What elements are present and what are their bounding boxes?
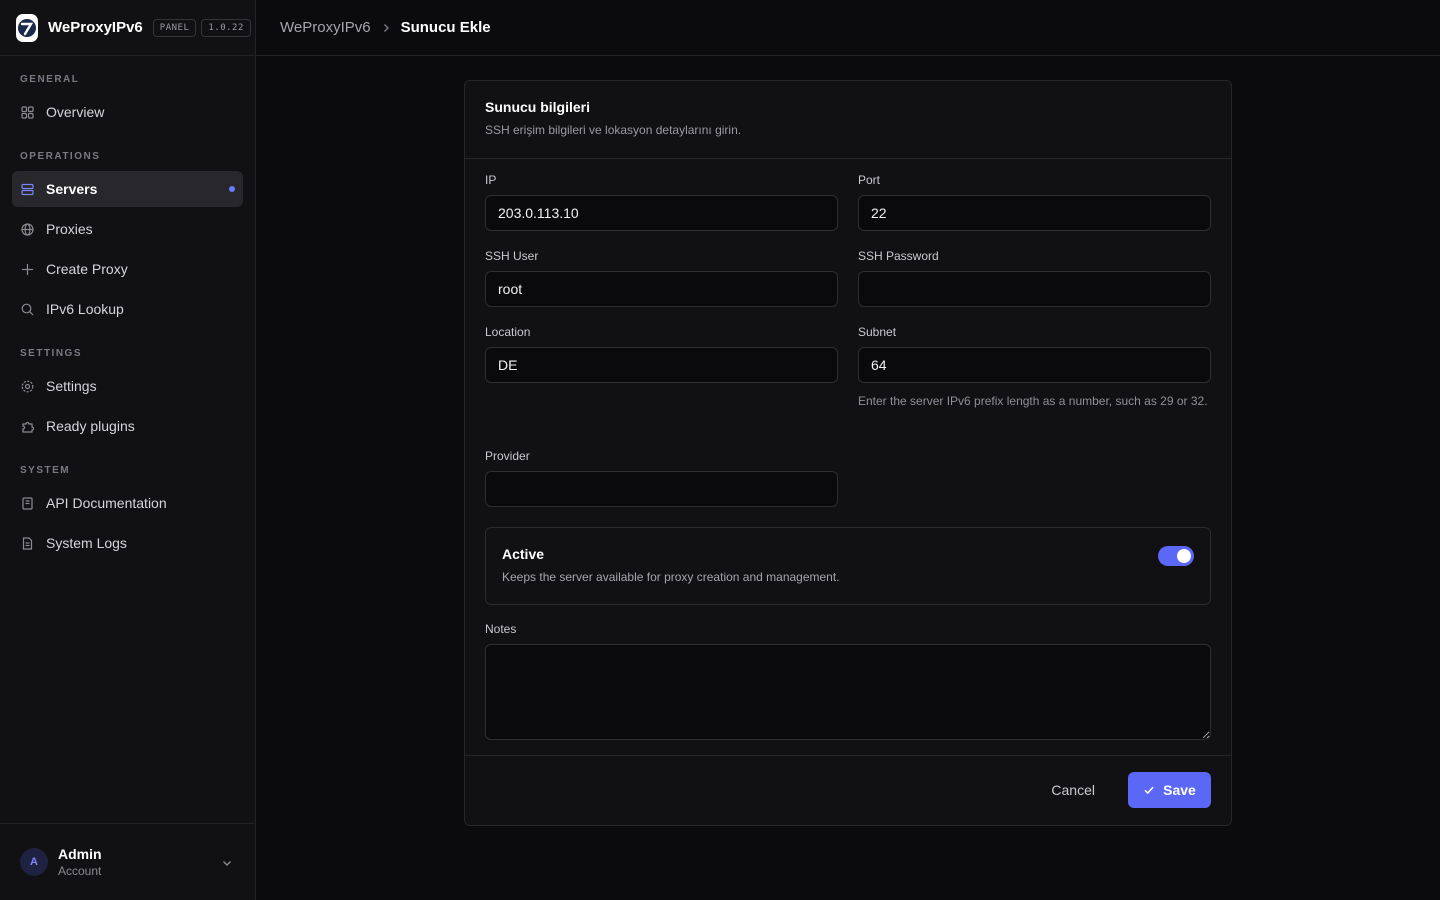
sidebar-item-overview[interactable]: Overview xyxy=(12,94,243,130)
toggle-knob xyxy=(1177,549,1191,563)
port-input[interactable] xyxy=(858,195,1211,231)
section-system: SYSTEM xyxy=(20,465,71,476)
ssh-user-field: SSH User xyxy=(485,249,838,307)
sidebar-item-label: Proxies xyxy=(46,221,93,237)
section-settings: SETTINGS xyxy=(20,348,83,359)
notes-field: Notes xyxy=(485,622,1211,745)
ssh-user-input[interactable] xyxy=(485,271,838,307)
user-role: Account xyxy=(58,864,102,878)
version-badge: 1.0.22 xyxy=(201,18,251,37)
ip-label: IP xyxy=(485,173,497,187)
sidebar: WeProxyIPv6 PANEL 1.0.22 GENERAL Overvie… xyxy=(0,0,256,900)
user-name: Admin xyxy=(58,846,102,862)
sidebar-item-label: Settings xyxy=(46,378,97,394)
provider-input[interactable] xyxy=(485,471,838,507)
sidebar-item-api-documentation[interactable]: API Documentation xyxy=(12,485,243,521)
check-icon xyxy=(1143,784,1155,796)
user-menu[interactable]: A Admin Account xyxy=(0,823,255,900)
port-field: Port xyxy=(858,173,1211,231)
active-setting: Active Keeps the server available for pr… xyxy=(485,527,1211,605)
sidebar-item-create-proxy[interactable]: Create Proxy xyxy=(12,251,243,287)
ssh-password-field: SSH Password xyxy=(858,249,1211,307)
chevron-down-icon[interactable] xyxy=(221,856,233,874)
brand-name: WeProxyIPv6 xyxy=(48,19,143,36)
chevron-right-icon xyxy=(381,23,391,33)
provider-field: Provider xyxy=(485,449,838,507)
topbar: WeProxyIPv6 Sunucu Ekle xyxy=(256,0,1440,56)
sidebar-item-label: Create Proxy xyxy=(46,261,128,277)
book-icon xyxy=(20,496,34,510)
avatar: A xyxy=(20,848,48,876)
port-label: Port xyxy=(858,173,881,187)
ssh-password-input[interactable] xyxy=(858,271,1211,307)
active-title: Active xyxy=(502,546,545,562)
subnet-input[interactable] xyxy=(858,347,1211,383)
server-form-card: Sunucu bilgileri SSH erişim bilgileri ve… xyxy=(464,80,1232,826)
plus-icon xyxy=(20,262,34,276)
sidebar-item-proxies[interactable]: Proxies xyxy=(12,211,243,247)
sidebar-item-label: System Logs xyxy=(46,535,127,551)
ip-input[interactable] xyxy=(485,195,838,231)
save-button[interactable]: Save xyxy=(1128,772,1211,808)
save-button-label: Save xyxy=(1163,782,1196,798)
notes-label: Notes xyxy=(485,622,517,636)
sidebar-item-servers[interactable]: Servers xyxy=(12,171,243,207)
location-input[interactable] xyxy=(485,347,838,383)
globe-icon xyxy=(20,222,34,236)
active-description: Keeps the server available for proxy cre… xyxy=(502,570,840,584)
app-logo-icon xyxy=(16,13,38,42)
sidebar-item-label: Ready plugins xyxy=(46,418,135,434)
location-field: Location xyxy=(485,325,838,383)
active-toggle[interactable] xyxy=(1158,546,1194,566)
page-title: Sunucu Ekle xyxy=(400,19,491,36)
breadcrumb: WeProxyIPv6 Sunucu Ekle xyxy=(280,19,491,36)
active-indicator xyxy=(229,186,235,192)
card-footer: Cancel Save xyxy=(465,755,1231,825)
section-operations: OPERATIONS xyxy=(20,151,101,162)
sidebar-item-ready-plugins[interactable]: Ready plugins xyxy=(12,408,243,444)
sidebar-item-label: API Documentation xyxy=(46,495,167,511)
notes-textarea[interactable] xyxy=(485,644,1211,740)
panel-badge: PANEL xyxy=(152,18,197,37)
file-icon xyxy=(20,536,34,550)
card-subtitle: SSH erişim bilgileri ve lokasyon detayla… xyxy=(485,123,742,137)
gear-icon xyxy=(20,379,34,393)
location-label: Location xyxy=(485,325,531,339)
puzzle-icon xyxy=(20,419,34,433)
server-icon xyxy=(20,182,34,196)
subnet-hint: Enter the server IPv6 prefix length as a… xyxy=(858,394,1208,408)
ssh-password-label: SSH Password xyxy=(858,249,939,263)
breadcrumb-root-link[interactable]: WeProxyIPv6 xyxy=(280,19,371,36)
sidebar-item-system-logs[interactable]: System Logs xyxy=(12,525,243,561)
ssh-user-label: SSH User xyxy=(485,249,539,263)
sidebar-item-settings[interactable]: Settings xyxy=(12,368,243,404)
subnet-field: Subnet Enter the server IPv6 prefix leng… xyxy=(858,325,1211,411)
card-title: Sunucu bilgileri xyxy=(485,99,591,115)
sidebar-nav: GENERAL Overview OPERATIONS Servers Prox… xyxy=(0,74,255,561)
section-general: GENERAL xyxy=(20,74,80,85)
sidebar-item-label: Servers xyxy=(46,181,98,197)
sidebar-item-label: IPv6 Lookup xyxy=(46,301,124,317)
provider-label: Provider xyxy=(485,449,530,463)
grid-icon xyxy=(20,105,34,119)
cancel-button[interactable]: Cancel xyxy=(1039,772,1107,808)
sidebar-item-label: Overview xyxy=(46,104,105,120)
search-icon xyxy=(20,302,34,316)
subnet-label: Subnet xyxy=(858,325,897,339)
card-header: Sunucu bilgileri SSH erişim bilgileri ve… xyxy=(465,81,1231,159)
sidebar-item-ipv6-lookup[interactable]: IPv6 Lookup xyxy=(12,291,243,327)
ip-field: IP xyxy=(485,173,838,231)
brand: WeProxyIPv6 PANEL 1.0.22 xyxy=(0,0,255,56)
